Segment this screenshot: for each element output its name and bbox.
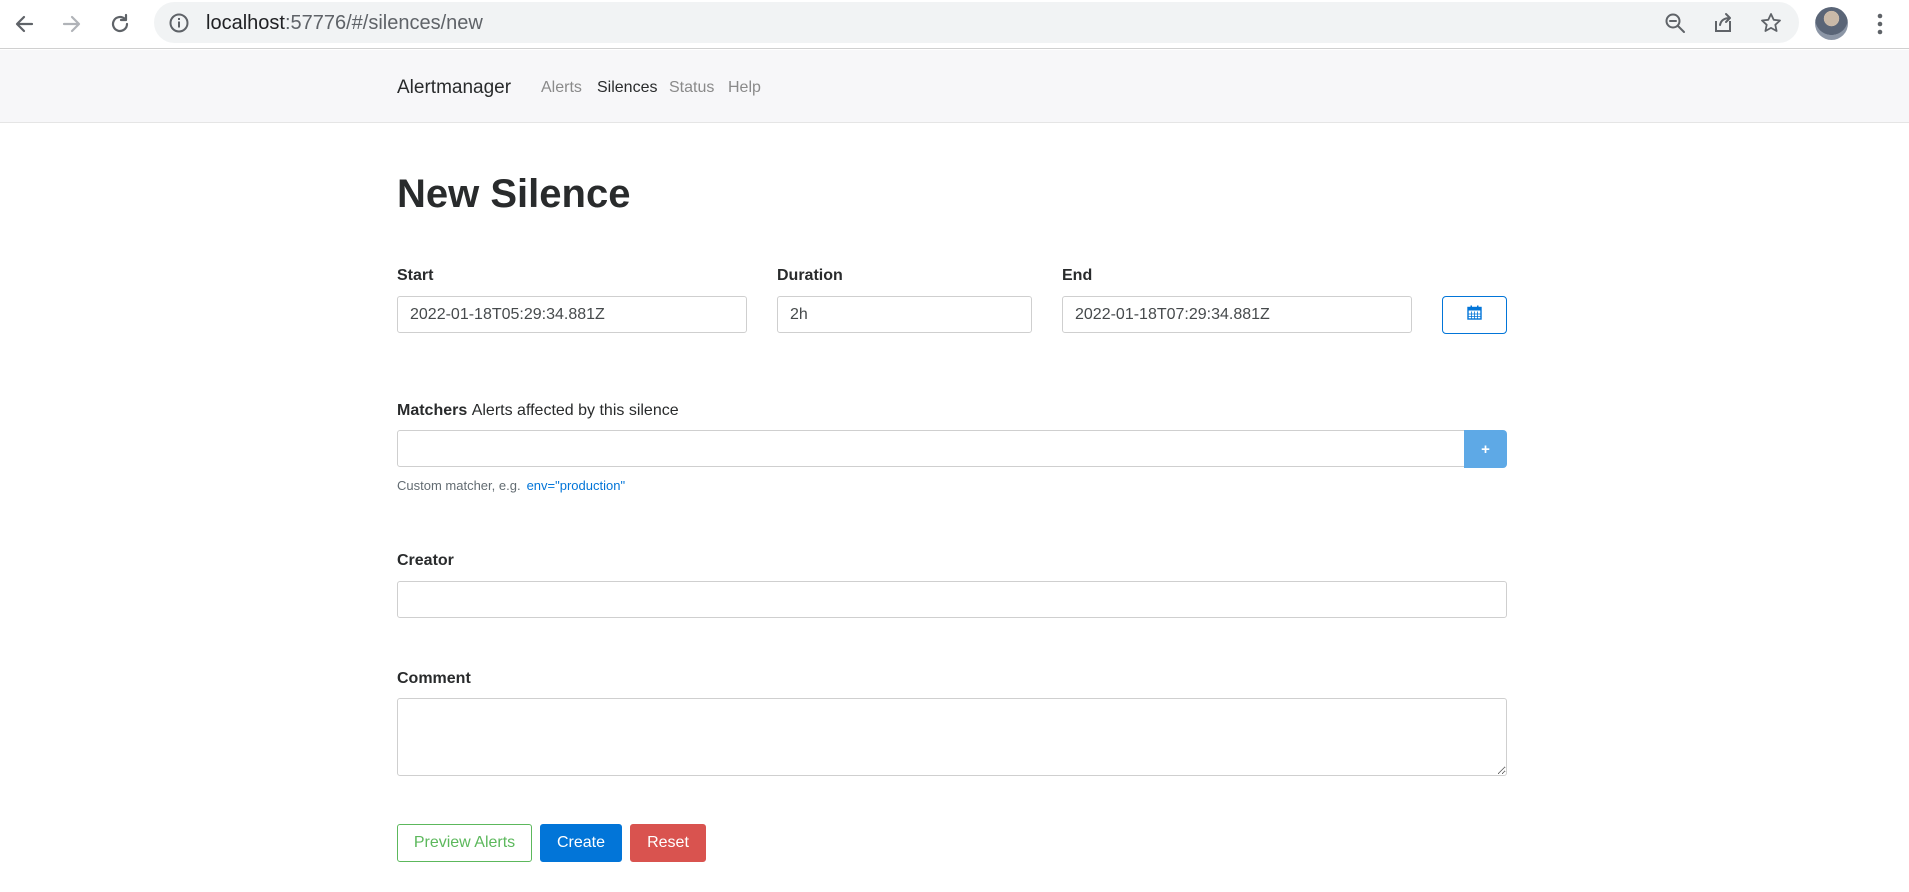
creator-input[interactable] <box>397 581 1507 618</box>
matcher-hint-text: Custom matcher, e.g. <box>397 478 521 493</box>
kebab-menu-icon[interactable] <box>1872 8 1888 40</box>
start-label: Start <box>397 267 434 284</box>
url-text: localhost:57776/#/silences/new <box>206 12 483 35</box>
create-button[interactable]: Create <box>540 824 622 862</box>
matchers-label-text: Matchers <box>397 402 468 419</box>
end-input[interactable] <box>1062 296 1412 333</box>
info-icon[interactable] <box>168 12 190 39</box>
calendar-button[interactable] <box>1442 296 1507 334</box>
back-arrow-icon[interactable] <box>8 8 40 40</box>
matchers-label: Matchers Alerts affected by this silence <box>397 402 679 420</box>
zoom-icon[interactable] <box>1663 11 1687 35</box>
matcher-input[interactable] <box>397 430 1465 467</box>
share-icon[interactable] <box>1711 11 1735 35</box>
browser-toolbar: localhost:57776/#/silences/new <box>0 0 1909 49</box>
reset-button[interactable]: Reset <box>630 824 706 862</box>
preview-alerts-button[interactable]: Preview Alerts <box>397 824 532 862</box>
nav-link-status[interactable]: Status <box>669 79 714 97</box>
matchers-sublabel: Alerts affected by this silence <box>471 402 679 419</box>
url-host: localhost <box>206 12 285 34</box>
creator-label: Creator <box>397 552 454 569</box>
nav-link-silences[interactable]: Silences <box>597 79 657 97</box>
url-path: :57776/#/silences/new <box>284 12 483 34</box>
add-matcher-button[interactable]: + <box>1464 430 1507 468</box>
profile-avatar[interactable] <box>1815 7 1848 40</box>
forward-arrow-icon[interactable] <box>56 8 88 40</box>
matcher-hint-example[interactable]: env="production" <box>527 478 626 493</box>
comment-textarea[interactable] <box>397 698 1507 776</box>
duration-input[interactable] <box>777 296 1032 333</box>
comment-label: Comment <box>397 670 471 687</box>
matcher-hint: Custom matcher, e.g. env="production" <box>397 478 625 493</box>
reload-icon[interactable] <box>104 8 136 40</box>
duration-label: Duration <box>777 267 843 284</box>
star-icon[interactable] <box>1759 11 1783 35</box>
start-input[interactable] <box>397 296 747 333</box>
nav-link-help[interactable]: Help <box>728 79 761 97</box>
address-bar[interactable]: localhost:57776/#/silences/new <box>154 2 1799 43</box>
nav-link-alerts[interactable]: Alerts <box>541 79 582 97</box>
app-navbar: Alertmanager Alerts Silences Status Help <box>0 50 1909 123</box>
page-title: New Silence <box>397 172 631 216</box>
calendar-icon <box>1467 305 1482 325</box>
brand-link[interactable]: Alertmanager <box>397 77 511 99</box>
end-label: End <box>1062 267 1093 284</box>
